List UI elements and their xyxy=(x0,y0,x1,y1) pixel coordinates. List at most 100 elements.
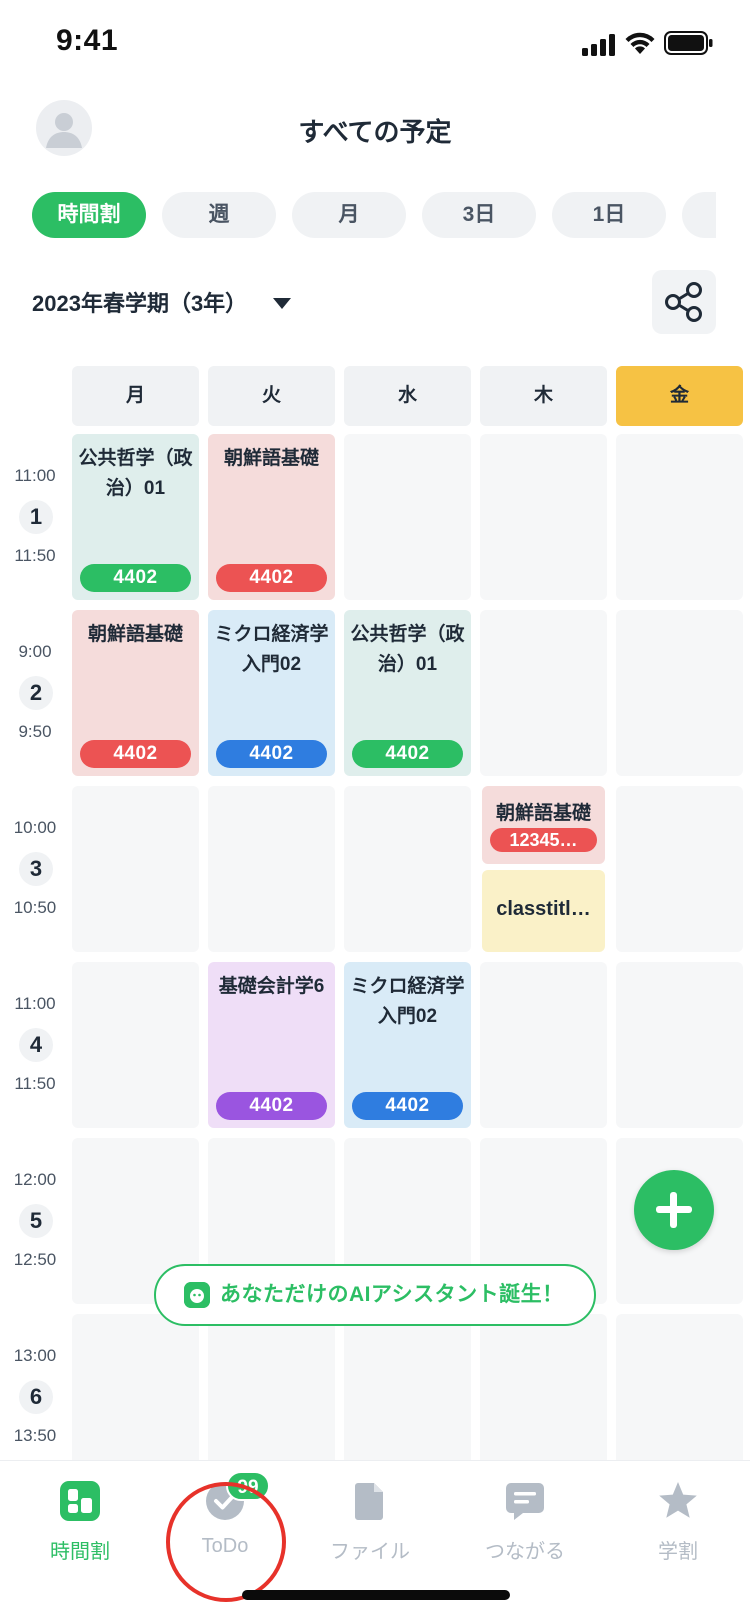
period-end-time: 12:50 xyxy=(13,1250,57,1269)
day-header-wed: 水 xyxy=(344,366,471,426)
empty-slot-tue-3[interactable] xyxy=(208,786,335,952)
empty-slot-tue-6[interactable] xyxy=(208,1314,335,1460)
ai-banner-text: あなただけのAIアシスタント誕生！ xyxy=(220,1283,564,1306)
period-number: 6 xyxy=(19,1380,53,1414)
room-badge: 4402 xyxy=(80,740,191,768)
room-badge: 12345… xyxy=(490,828,597,852)
course-title: 朝鮮語基礎 xyxy=(87,624,183,645)
course-title: classtitl… xyxy=(496,898,591,920)
todo-highlight-circle xyxy=(166,1482,286,1602)
period-number: 3 xyxy=(19,852,53,886)
ai-assistant-icon xyxy=(184,1282,210,1308)
tab-1day[interactable]: 1日 xyxy=(552,192,666,238)
course-title: 公共哲学（政治）01 xyxy=(350,624,465,675)
empty-slot-fri-2[interactable] xyxy=(616,610,743,776)
tab-week[interactable]: 週 xyxy=(162,192,276,238)
period-start-time: 12:00 xyxy=(13,1170,57,1189)
nav-files[interactable]: ファイル xyxy=(295,1461,445,1581)
battery-icon xyxy=(664,31,713,55)
course-title: 朝鮮語基礎 xyxy=(223,448,319,469)
empty-slot-thu-4[interactable] xyxy=(480,962,607,1128)
nav-label: ファイル xyxy=(330,1541,410,1563)
nav-connect[interactable]: つながる xyxy=(450,1461,600,1581)
home-indicator xyxy=(242,1590,510,1600)
empty-slot-wed-3[interactable] xyxy=(344,786,471,952)
period-end-time: 11:50 xyxy=(14,546,56,565)
tab-timetable[interactable]: 時間割 xyxy=(32,192,146,238)
period-number: 4 xyxy=(19,1028,53,1062)
course-title: ミクロ経済学入門02 xyxy=(350,976,465,1027)
room-badge: 4402 xyxy=(352,1092,463,1120)
empty-slot-fri-6[interactable] xyxy=(616,1314,743,1460)
course-title: 朝鮮語基礎 xyxy=(495,803,591,824)
status-time: 9:41 xyxy=(56,24,119,57)
course-card-wed-2[interactable]: 公共哲学（政治）01 4402 xyxy=(344,610,471,776)
room-badge: 4402 xyxy=(216,740,327,768)
empty-slot-fri-4[interactable] xyxy=(616,962,743,1128)
status-bar: 9:41 xyxy=(0,0,750,90)
course-card-mon-2[interactable]: 朝鮮語基礎 4402 xyxy=(72,610,199,776)
period-end-time: 13:50 xyxy=(13,1426,57,1445)
room-badge: 4402 xyxy=(216,564,327,592)
tab-3day[interactable]: 3日 xyxy=(422,192,536,238)
file-icon xyxy=(355,1483,383,1520)
empty-slot-mon-6[interactable] xyxy=(72,1314,199,1460)
nav-label: つながる xyxy=(485,1541,565,1563)
semester-select[interactable]: 2023年春学期（3年） xyxy=(32,286,292,322)
nav-label: 学割 xyxy=(658,1541,698,1563)
room-badge: 4402 xyxy=(80,564,191,592)
tab-list[interactable]: リ xyxy=(682,192,716,238)
page-title: すべての予定 xyxy=(298,117,452,147)
course-card-wed-4[interactable]: ミクロ経済学入門02 4402 xyxy=(344,962,471,1128)
empty-slot-wed-1[interactable] xyxy=(344,434,471,600)
day-header-tue: 火 xyxy=(208,366,335,426)
course-card-thu-3b[interactable]: classtitl… xyxy=(482,870,605,952)
cellular-signal-icon xyxy=(582,34,615,56)
empty-slot-thu-1[interactable] xyxy=(480,434,607,600)
semester-label: 2023年春学期（3年） xyxy=(32,291,248,316)
period-end-time: 11:50 xyxy=(14,1074,56,1093)
period-start-time: 11:00 xyxy=(14,994,56,1013)
empty-slot-fri-1[interactable] xyxy=(616,434,743,600)
period-start-time: 10:00 xyxy=(13,818,57,837)
caret-down-icon xyxy=(273,297,292,309)
period-start-time: 11:00 xyxy=(14,466,56,485)
course-title: ミクロ経済学入門02 xyxy=(214,624,329,675)
header: すべての予定 xyxy=(0,96,750,166)
empty-slot-fri-3[interactable] xyxy=(616,786,743,952)
day-header-thu: 木 xyxy=(480,366,607,426)
period-end-time: 10:50 xyxy=(13,898,57,917)
empty-slot-thu-2[interactable] xyxy=(480,610,607,776)
timetable-icon xyxy=(60,1481,100,1521)
add-event-button[interactable] xyxy=(634,1170,714,1250)
view-tabs: 時間割週月 3日 1日リ xyxy=(32,192,716,238)
course-card-tue-4[interactable]: 基礎会計学6 4402 xyxy=(208,962,335,1128)
star-icon xyxy=(659,1482,697,1518)
course-card-mon-1[interactable]: 公共哲学（政治）01 4402 xyxy=(72,434,199,600)
empty-slot-mon-4[interactable] xyxy=(72,962,199,1128)
chat-icon xyxy=(506,1483,544,1520)
empty-slot-mon-3[interactable] xyxy=(72,786,199,952)
room-badge: 4402 xyxy=(216,1092,327,1120)
ai-assistant-banner[interactable]: あなただけのAIアシスタント誕生！ xyxy=(154,1264,596,1326)
room-badge: 4402 xyxy=(352,740,463,768)
nav-student-discount[interactable]: 学割 xyxy=(603,1461,750,1581)
empty-slot-wed-6[interactable] xyxy=(344,1314,471,1460)
course-title: 公共哲学（政治）01 xyxy=(78,448,193,499)
period-start-time: 9:00 xyxy=(18,642,52,661)
course-card-tue-1[interactable]: 朝鮮語基礎 4402 xyxy=(208,434,335,600)
share-button[interactable] xyxy=(652,270,716,334)
day-header-mon: 月 xyxy=(72,366,199,426)
nav-timetable[interactable]: 時間割 xyxy=(5,1461,155,1581)
period-number: 5 xyxy=(19,1204,53,1238)
course-card-thu-3a[interactable]: 朝鮮語基礎 12345… xyxy=(482,786,605,864)
period-number: 2 xyxy=(19,676,53,710)
period-start-time: 13:00 xyxy=(13,1346,57,1365)
course-card-tue-2[interactable]: ミクロ経済学入門02 4402 xyxy=(208,610,335,776)
period-number: 1 xyxy=(19,500,53,534)
tab-month[interactable]: 月 xyxy=(292,192,406,238)
period-end-time: 9:50 xyxy=(18,722,52,741)
day-header-fri: 金 xyxy=(616,366,743,426)
empty-slot-thu-6[interactable] xyxy=(480,1314,607,1460)
course-title: 基礎会計学6 xyxy=(218,976,325,997)
